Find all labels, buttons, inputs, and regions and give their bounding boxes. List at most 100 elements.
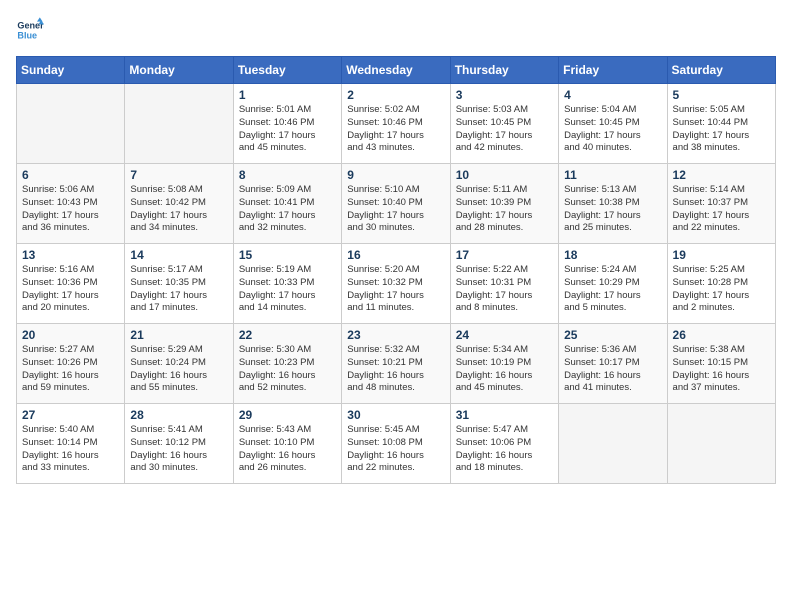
week-row-4: 20 Sunrise: 5:27 AM Sunset: 10:26 PM Dayl… [17,324,776,404]
calendar-cell: 1 Sunrise: 5:01 AM Sunset: 10:46 PM Dayli… [233,84,341,164]
day-number: 4 [564,88,661,102]
calendar-cell: 8 Sunrise: 5:09 AM Sunset: 10:41 PM Dayli… [233,164,341,244]
calendar-cell: 25 Sunrise: 5:36 AM Sunset: 10:17 PM Dayl… [559,324,667,404]
day-info: Sunrise: 5:14 AM Sunset: 10:37 PM Daylig… [673,184,770,235]
day-number: 29 [239,408,336,422]
logo-icon: General Blue [16,16,44,44]
day-info: Sunrise: 5:41 AM Sunset: 10:12 PM Daylig… [130,424,227,475]
day-number: 8 [239,168,336,182]
day-number: 13 [22,248,119,262]
day-number: 25 [564,328,661,342]
calendar-cell: 18Sunrise: 5:24 AM Sunset: 10:29 PM Dayl… [559,244,667,324]
day-number: 23 [347,328,444,342]
calendar-cell [667,404,775,484]
day-number: 3 [456,88,553,102]
calendar-table: SundayMondayTuesdayWednesdayThursdayFrid… [16,56,776,484]
calendar-cell: 20 Sunrise: 5:27 AM Sunset: 10:26 PM Dayl… [17,324,125,404]
calendar-cell: 3 Sunrise: 5:03 AM Sunset: 10:45 PM Dayli… [450,84,558,164]
day-number: 12 [673,168,770,182]
calendar-cell [125,84,233,164]
calendar-cell: 9Sunrise: 5:10 AM Sunset: 10:40 PM Dayli… [342,164,450,244]
day-number: 30 [347,408,444,422]
day-info: Sunrise: 5:03 AM Sunset: 10:45 PM Daylig… [456,104,553,155]
header-row: SundayMondayTuesdayWednesdayThursdayFrid… [17,57,776,84]
calendar-cell: 14 Sunrise: 5:17 AM Sunset: 10:35 PM Dayl… [125,244,233,324]
day-info: Sunrise: 5:09 AM Sunset: 10:41 PM Daylig… [239,184,336,235]
day-number: 11 [564,168,661,182]
calendar-cell: 26Sunrise: 5:38 AM Sunset: 10:15 PM Dayl… [667,324,775,404]
calendar-cell: 17 Sunrise: 5:22 AM Sunset: 10:31 PM Dayl… [450,244,558,324]
week-row-1: 1 Sunrise: 5:01 AM Sunset: 10:46 PM Dayli… [17,84,776,164]
day-info: Sunrise: 5:32 AM Sunset: 10:21 PM Daylig… [347,344,444,395]
day-number: 19 [673,248,770,262]
column-header-wednesday: Wednesday [342,57,450,84]
day-number: 9 [347,168,444,182]
day-info: Sunrise: 5:29 AM Sunset: 10:24 PM Daylig… [130,344,227,395]
day-info: Sunrise: 5:45 AM Sunset: 10:08 PM Daylig… [347,424,444,475]
calendar-cell: 13 Sunrise: 5:16 AM Sunset: 10:36 PM Dayl… [17,244,125,324]
day-info: Sunrise: 5:17 AM Sunset: 10:35 PM Daylig… [130,264,227,315]
day-info: Sunrise: 5:40 AM Sunset: 10:14 PM Daylig… [22,424,119,475]
day-info: Sunrise: 5:08 AM Sunset: 10:42 PM Daylig… [130,184,227,235]
calendar-cell [17,84,125,164]
day-number: 21 [130,328,227,342]
day-info: Sunrise: 5:16 AM Sunset: 10:36 PM Daylig… [22,264,119,315]
day-number: 2 [347,88,444,102]
day-number: 27 [22,408,119,422]
column-header-thursday: Thursday [450,57,558,84]
day-number: 1 [239,88,336,102]
day-info: Sunrise: 5:47 AM Sunset: 10:06 PM Daylig… [456,424,553,475]
day-info: Sunrise: 5:20 AM Sunset: 10:32 PM Daylig… [347,264,444,315]
calendar-cell: 24Sunrise: 5:34 AM Sunset: 10:19 PM Dayl… [450,324,558,404]
day-info: Sunrise: 5:24 AM Sunset: 10:29 PM Daylig… [564,264,661,315]
day-info: Sunrise: 5:04 AM Sunset: 10:45 PM Daylig… [564,104,661,155]
day-info: Sunrise: 5:05 AM Sunset: 10:44 PM Daylig… [673,104,770,155]
calendar-cell: 6Sunrise: 5:06 AM Sunset: 10:43 PM Dayli… [17,164,125,244]
calendar-cell: 11 Sunrise: 5:13 AM Sunset: 10:38 PM Dayl… [559,164,667,244]
column-header-friday: Friday [559,57,667,84]
calendar-cell: 22 Sunrise: 5:30 AM Sunset: 10:23 PM Dayl… [233,324,341,404]
week-row-3: 13 Sunrise: 5:16 AM Sunset: 10:36 PM Dayl… [17,244,776,324]
day-info: Sunrise: 5:22 AM Sunset: 10:31 PM Daylig… [456,264,553,315]
calendar-cell: 28Sunrise: 5:41 AM Sunset: 10:12 PM Dayl… [125,404,233,484]
day-info: Sunrise: 5:11 AM Sunset: 10:39 PM Daylig… [456,184,553,235]
column-header-sunday: Sunday [17,57,125,84]
calendar-cell: 23 Sunrise: 5:32 AM Sunset: 10:21 PM Dayl… [342,324,450,404]
day-info: Sunrise: 5:27 AM Sunset: 10:26 PM Daylig… [22,344,119,395]
calendar-cell: 12 Sunrise: 5:14 AM Sunset: 10:37 PM Dayl… [667,164,775,244]
day-number: 20 [22,328,119,342]
day-number: 15 [239,248,336,262]
day-number: 31 [456,408,553,422]
day-number: 24 [456,328,553,342]
calendar-cell: 30 Sunrise: 5:45 AM Sunset: 10:08 PM Dayl… [342,404,450,484]
calendar-cell: 4 Sunrise: 5:04 AM Sunset: 10:45 PM Dayli… [559,84,667,164]
day-number: 14 [130,248,227,262]
day-info: Sunrise: 5:01 AM Sunset: 10:46 PM Daylig… [239,104,336,155]
calendar-cell: 16 Sunrise: 5:20 AM Sunset: 10:32 PM Dayl… [342,244,450,324]
day-info: Sunrise: 5:38 AM Sunset: 10:15 PM Daylig… [673,344,770,395]
calendar-cell: 19 Sunrise: 5:25 AM Sunset: 10:28 PM Dayl… [667,244,775,324]
page-header: General Blue [16,16,776,44]
logo: General Blue [16,16,44,44]
day-number: 22 [239,328,336,342]
day-info: Sunrise: 5:36 AM Sunset: 10:17 PM Daylig… [564,344,661,395]
calendar-cell: 15 Sunrise: 5:19 AM Sunset: 10:33 PM Dayl… [233,244,341,324]
day-info: Sunrise: 5:25 AM Sunset: 10:28 PM Daylig… [673,264,770,315]
column-header-saturday: Saturday [667,57,775,84]
day-number: 16 [347,248,444,262]
day-number: 10 [456,168,553,182]
week-row-2: 6Sunrise: 5:06 AM Sunset: 10:43 PM Dayli… [17,164,776,244]
day-number: 17 [456,248,553,262]
svg-text:Blue: Blue [17,30,37,40]
day-info: Sunrise: 5:43 AM Sunset: 10:10 PM Daylig… [239,424,336,475]
column-header-tuesday: Tuesday [233,57,341,84]
day-info: Sunrise: 5:19 AM Sunset: 10:33 PM Daylig… [239,264,336,315]
calendar-cell: 21 Sunrise: 5:29 AM Sunset: 10:24 PM Dayl… [125,324,233,404]
day-info: Sunrise: 5:06 AM Sunset: 10:43 PM Daylig… [22,184,119,235]
day-info: Sunrise: 5:30 AM Sunset: 10:23 PM Daylig… [239,344,336,395]
day-info: Sunrise: 5:13 AM Sunset: 10:38 PM Daylig… [564,184,661,235]
calendar-cell: 31 Sunrise: 5:47 AM Sunset: 10:06 PM Dayl… [450,404,558,484]
day-number: 7 [130,168,227,182]
day-info: Sunrise: 5:02 AM Sunset: 10:46 PM Daylig… [347,104,444,155]
week-row-5: 27 Sunrise: 5:40 AM Sunset: 10:14 PM Dayl… [17,404,776,484]
